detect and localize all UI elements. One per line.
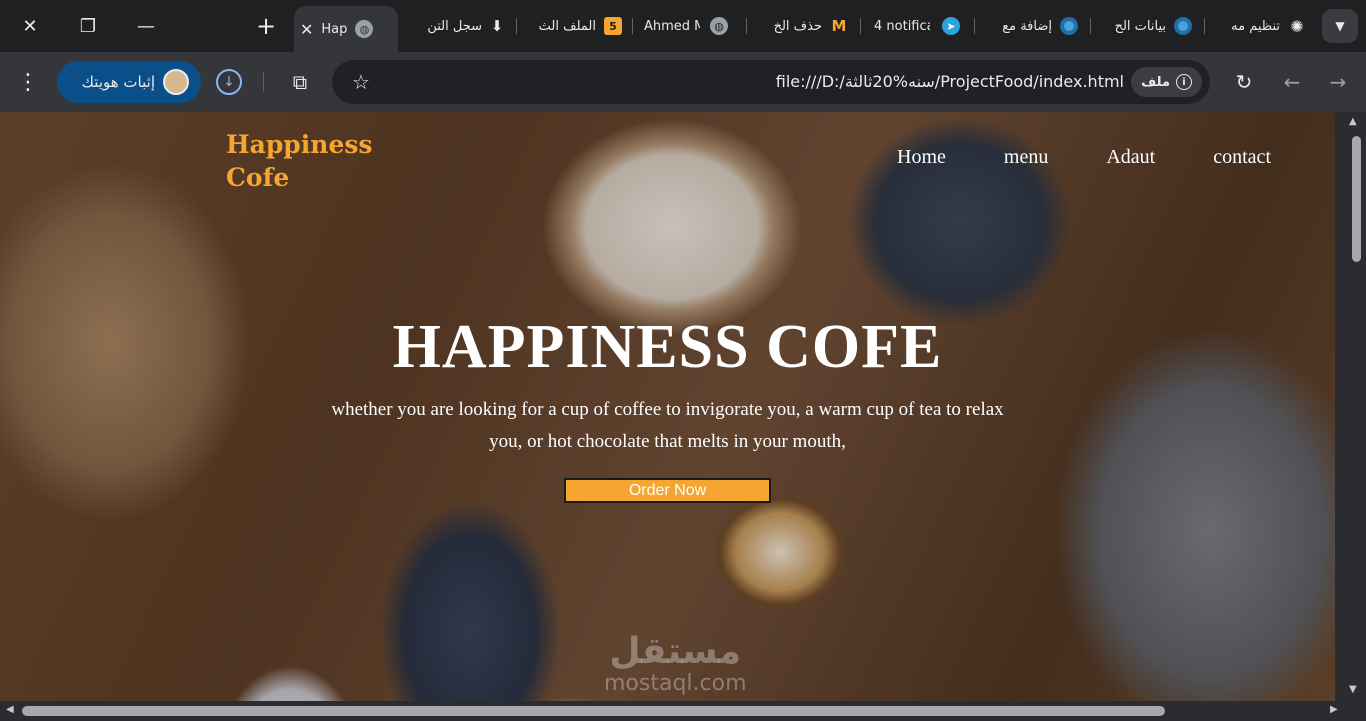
plus-icon: +: [255, 12, 277, 40]
tab-telegram[interactable]: 4 notifica ➤: [874, 8, 964, 44]
tab-separator: [516, 18, 517, 34]
tab-search-button[interactable]: ▼: [1322, 9, 1358, 43]
hero-section: HAPPINESS COFE whether you are looking f…: [0, 312, 1335, 503]
new-tab-button[interactable]: +: [246, 8, 286, 44]
scrollbar-thumb[interactable]: [22, 706, 1165, 716]
openai-icon: ✺: [1290, 16, 1304, 36]
hero-title: HAPPINESS COFE: [392, 313, 943, 381]
browser-toolbar: ⋮ إثبات هويتك ↓ ⧉ ☆ file:///D:/سنه%20ثال…: [0, 52, 1366, 112]
tab-title: تنظيم مه: [1231, 18, 1280, 34]
tab-separator: [746, 18, 747, 34]
tab-separator: [860, 18, 861, 34]
tab-title: Hap: [321, 21, 348, 37]
tab-separator: [974, 18, 975, 34]
hero-text: whether you are looking for a cup of cof…: [331, 399, 1004, 452]
window-restore-button[interactable]: ❐: [68, 8, 108, 44]
globe-icon: ◍: [710, 17, 728, 35]
page-viewport: Happiness Cofe Home menu Adaut contact H…: [0, 112, 1335, 701]
info-icon: i: [1176, 74, 1192, 90]
window-minimize-button[interactable]: —: [126, 8, 166, 44]
close-icon[interactable]: ✕: [300, 20, 313, 39]
tab-title: إضافة مع: [1002, 18, 1052, 34]
tab-separator: [1090, 18, 1091, 34]
forward-button[interactable]: →: [1322, 66, 1354, 98]
avatar: [163, 69, 189, 95]
globe-icon: ◍: [355, 20, 374, 38]
vertical-scrollbar[interactable]: ▲ ▼: [1335, 112, 1366, 701]
watermark: مستقل mostaql.com: [604, 632, 747, 696]
kebab-menu-icon: ⋮: [17, 69, 39, 95]
chevron-down-icon: ▼: [1335, 19, 1345, 33]
profile-label: إثبات هويتك: [81, 73, 155, 91]
tab-title: سجل التن: [427, 18, 482, 34]
download-icon: ↓: [216, 69, 242, 95]
scroll-left-icon[interactable]: ◀: [6, 704, 14, 715]
nav-contact[interactable]: contact: [1213, 146, 1271, 169]
circle-icon: [1174, 17, 1192, 35]
download-icon: ⬇: [490, 17, 504, 35]
tab-title: Ahmed M: [644, 18, 700, 34]
circle-icon: [1060, 17, 1078, 35]
profile-button[interactable]: إثبات هويتك: [57, 61, 201, 103]
tab-ahmed[interactable]: Ahmed M ◍: [644, 8, 734, 44]
restore-icon: ❐: [79, 15, 97, 37]
horizontal-scrollbar[interactable]: ◀ ▶: [0, 701, 1366, 721]
site-info-label: ملف: [1141, 74, 1170, 90]
tab-title: 4 notifica: [874, 18, 930, 34]
window-close-button[interactable]: ✕: [10, 8, 50, 44]
tab-file[interactable]: الملف الث 5: [530, 8, 622, 44]
tab-organize[interactable]: تنظيم مه ✺: [1216, 8, 1306, 44]
tab-gmail[interactable]: حذف الخ M: [758, 8, 848, 44]
watermark-arabic: مستقل: [609, 631, 742, 672]
tab-title: بيانات الح: [1114, 18, 1166, 34]
star-icon[interactable]: ☆: [352, 70, 370, 94]
minimize-icon: —: [137, 15, 155, 37]
tab-active[interactable]: ✕ Hap ◍: [294, 6, 398, 52]
menu-button[interactable]: ⋮: [12, 66, 44, 98]
reload-icon: ↻: [1235, 70, 1253, 94]
five-icon: 5: [604, 17, 622, 35]
toolbar-divider: [263, 72, 264, 92]
scroll-up-icon[interactable]: ▲: [1349, 116, 1357, 127]
back-button[interactable]: ←: [1276, 66, 1308, 98]
url-text[interactable]: file:///D:/سنه%20ثالثة/ProjectFood/index…: [776, 72, 1124, 91]
nav-home[interactable]: Home: [897, 146, 946, 169]
site-info-chip[interactable]: ملف i: [1131, 67, 1202, 97]
logo-line: Happiness: [226, 130, 373, 159]
downloads-button[interactable]: ↓: [213, 66, 245, 98]
gmail-icon: M: [831, 17, 847, 35]
tab-title: حذف الخ: [773, 18, 822, 34]
telegram-icon: ➤: [942, 17, 960, 35]
tab-separator: [632, 18, 633, 34]
tab-title: الملف الث: [538, 18, 596, 34]
scrollbar-thumb[interactable]: [1352, 136, 1361, 262]
site-nav: Home menu Adaut contact: [897, 146, 1271, 169]
site-logo[interactable]: Happiness Cofe: [226, 128, 373, 194]
nav-menu[interactable]: menu: [1004, 146, 1048, 169]
tab-add[interactable]: إضافة مع: [988, 8, 1078, 44]
watermark-latin: mostaql.com: [604, 671, 747, 696]
arrow-left-icon: ←: [1283, 70, 1301, 94]
order-now-button[interactable]: Order Now: [564, 478, 771, 503]
reload-button[interactable]: ↻: [1228, 66, 1260, 98]
address-bar[interactable]: ☆ file:///D:/سنه%20ثالثة/ProjectFood/ind…: [332, 60, 1210, 104]
tab-data[interactable]: بيانات الح: [1102, 8, 1192, 44]
logo-line: Cofe: [226, 163, 290, 192]
puzzle-icon: ⧉: [292, 70, 308, 94]
tab-downloads[interactable]: سجل التن ⬇: [420, 8, 506, 44]
arrow-right-icon: →: [1329, 70, 1347, 94]
scroll-right-icon[interactable]: ▶: [1330, 704, 1338, 715]
extensions-button[interactable]: ⧉: [284, 66, 316, 98]
tab-separator: [1204, 18, 1205, 34]
close-icon: ✕: [22, 15, 38, 37]
scroll-down-icon[interactable]: ▼: [1349, 684, 1357, 695]
nav-about[interactable]: Adaut: [1106, 146, 1155, 169]
tab-strip: ✕ ❐ — + ✕ Hap ◍ سجل التن ⬇ الملف الث 5 A…: [0, 0, 1366, 52]
